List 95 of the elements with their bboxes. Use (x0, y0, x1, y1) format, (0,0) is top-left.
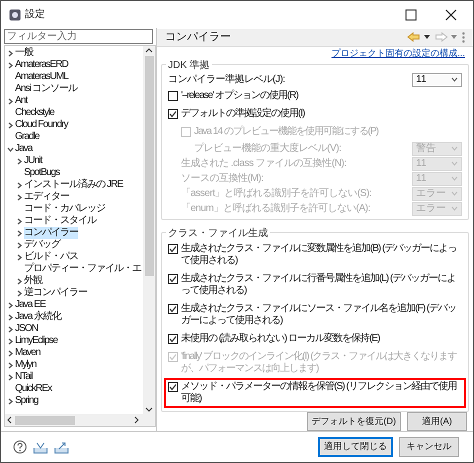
button[interactable]: キャンセル (399, 437, 459, 457)
checkbox[interactable] (168, 109, 178, 119)
expand-chevron-icon[interactable] (16, 290, 23, 296)
expand-chevron-icon[interactable] (16, 230, 23, 236)
expand-chevron-icon[interactable] (16, 158, 23, 164)
scroll-thumb[interactable] (15, 416, 75, 424)
button[interactable]: デフォルトを復元(D) (306, 412, 401, 431)
tree-item[interactable]: Spring (15, 395, 38, 407)
checkbox[interactable] (168, 91, 178, 101)
tree-item[interactable]: プロパティー・ファイル・エ (24, 263, 141, 275)
dropdown[interactable]: 11 (412, 72, 462, 86)
tree-item[interactable]: 逆コンパイラー (24, 287, 87, 299)
checkbox[interactable] (168, 334, 178, 344)
export-icon[interactable] (54, 440, 69, 454)
expand-chevron-icon[interactable] (16, 182, 23, 188)
field-label: ソースの互換性(M): (181, 172, 264, 186)
tree-item[interactable]: AmaterasUML (15, 71, 68, 83)
tree-item[interactable]: 外観 (24, 275, 42, 287)
checkbox-label: デフォルトの準拠設定の使用(I) (181, 108, 306, 120)
tree-item[interactable]: Maven (15, 347, 40, 359)
checkbox-label: Java 14 のプレビュー機能を使用可能にする(P) (194, 126, 380, 138)
window-title: 設定 (25, 8, 45, 22)
button[interactable]: 適用して閉じる (318, 437, 393, 457)
tree-item[interactable]: 一般 (15, 47, 33, 59)
tree-item[interactable]: NTail (15, 371, 32, 383)
tree-item[interactable]: Cloud Foundry (15, 119, 68, 131)
expand-chevron-icon[interactable] (7, 98, 14, 104)
tree-item[interactable]: ビルド・パス (24, 251, 78, 263)
checkbox[interactable] (168, 382, 178, 392)
field-label: 生成された .class ファイルの互換性(N): (181, 156, 346, 171)
import-icon[interactable] (33, 440, 48, 454)
checkbox[interactable] (168, 274, 178, 284)
collapse-chevron-icon[interactable] (7, 146, 14, 152)
scroll-thumb[interactable] (144, 56, 154, 276)
tree-item[interactable]: Ansi コンソール (15, 83, 78, 95)
expand-chevron-icon[interactable] (7, 374, 14, 380)
tree-item[interactable]: コンパイラー (24, 227, 78, 239)
checkbox-label: 生成されたクラス・ファイルに行番号属性を追加(L) (デバッガーによって使用される) (181, 273, 456, 297)
expand-chevron-icon[interactable] (16, 218, 23, 224)
checkbox-label: 未使用の (読み取られない) ローカル変数を保持(E) (181, 333, 381, 345)
chevron-down-icon[interactable] (451, 77, 458, 82)
project-settings-link[interactable]: プロジェクト固有の設定の構成... (331, 46, 465, 60)
tree-item[interactable]: Gradle (15, 131, 40, 143)
expand-chevron-icon[interactable] (16, 242, 23, 248)
button[interactable]: 適用(A) (407, 412, 467, 431)
tree-item[interactable]: AmaterasERD (15, 59, 68, 71)
tree-item[interactable]: エディター (24, 191, 69, 203)
tree-item[interactable]: Ant (15, 95, 28, 107)
expand-chevron-icon[interactable] (7, 302, 14, 308)
vertical-scrollbar[interactable] (143, 46, 155, 414)
filter-field[interactable]: フィルター入力 (4, 29, 153, 44)
expand-chevron-icon[interactable] (7, 338, 14, 344)
tree-item[interactable]: Mylyn (15, 359, 36, 371)
tree-item[interactable]: コード・カバレッジ (24, 203, 105, 215)
tree-item[interactable]: LimyEclipse (15, 335, 58, 347)
tree-item[interactable]: Checkstyle (15, 107, 54, 119)
checkbox[interactable] (168, 304, 178, 314)
tree-item[interactable]: JSON (15, 323, 38, 335)
expand-chevron-icon[interactable] (7, 62, 14, 68)
field-label: 「assert」と呼ばれる識別子を許可しない(S): (181, 186, 372, 201)
more-icon[interactable] (462, 32, 465, 43)
expand-chevron-icon[interactable] (16, 278, 23, 284)
field-label: プレビュー機能の重大度レベル(V): (194, 142, 342, 156)
checkbox-label: メソッド・パラメーターの情報を保管(S) (リフレクション経由で使用可能) (181, 381, 458, 405)
checkbox-label: 生成されたクラス・ファイルにソース・ファイル名を追加(F) (デバッガーによって使用される) (181, 303, 457, 327)
expand-chevron-icon[interactable] (7, 50, 14, 56)
tree-item[interactable]: SpotBugs (24, 167, 60, 179)
tree-item[interactable]: Java (15, 143, 32, 155)
tree-item[interactable]: コード・スタイル (24, 215, 96, 227)
tree-item[interactable]: Java EE (15, 299, 46, 311)
expand-chevron-icon[interactable] (7, 122, 14, 128)
tree-item[interactable]: QuickREx (15, 383, 52, 395)
close-icon[interactable] (445, 8, 457, 20)
tree-item[interactable]: Java 永続化 (15, 311, 61, 323)
checkbox-label: '--release' オプションの使用(R) (181, 90, 300, 102)
page-title: コンパイラー (165, 30, 231, 45)
expand-chevron-icon[interactable] (7, 398, 14, 404)
maximize-icon[interactable] (405, 8, 417, 20)
checkbox-label: 'finally' ブロックのインライン化(I) (クラス・ファイルは大きくなりますが、パフォーマンスは向上します) (181, 351, 458, 375)
expand-chevron-icon[interactable] (7, 314, 14, 320)
tree-item[interactable]: インストール済みの JRE (24, 179, 123, 191)
dropdown-icon[interactable] (424, 35, 430, 40)
expand-chevron-icon[interactable] (16, 254, 23, 260)
tree-item[interactable]: デバッグ (24, 239, 60, 251)
checkbox[interactable] (168, 244, 178, 254)
expand-chevron-icon[interactable] (7, 350, 14, 356)
field-label: 「enum」と呼ばれる識別子を許可しない(A): (181, 202, 370, 216)
field-label: コンパイラー準拠レベル(J): (168, 73, 285, 87)
tree-item[interactable]: JUnit (24, 155, 42, 167)
checkbox-label: 生成されたクラス・ファイルに変数属性を追加(B) (デバッガーによって使用される) (181, 243, 458, 267)
expand-chevron-icon[interactable] (16, 194, 23, 200)
horizontal-scrollbar[interactable] (5, 414, 155, 426)
expand-chevron-icon[interactable] (7, 362, 14, 368)
help-icon[interactable] (13, 440, 27, 454)
expand-chevron-icon[interactable] (7, 326, 14, 332)
